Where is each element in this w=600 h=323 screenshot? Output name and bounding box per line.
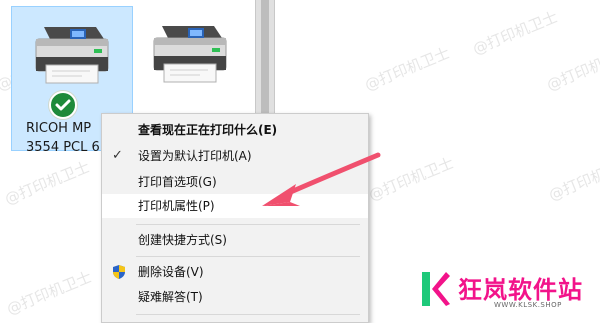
menu-item-set-default[interactable]: ✓ 设置为默认打印机(A) bbox=[102, 144, 368, 168]
menu-separator bbox=[136, 256, 360, 257]
menu-item-troubleshoot[interactable]: 疑难解答(T) bbox=[102, 285, 368, 309]
printer-icon bbox=[35, 27, 109, 84]
checkmark-icon: ✓ bbox=[112, 148, 123, 163]
printer-icon bbox=[153, 26, 227, 83]
menu-item-label: 疑难解答(T) bbox=[138, 290, 203, 304]
logo-k-icon bbox=[422, 272, 450, 306]
scrollbar-thumb[interactable] bbox=[261, 0, 269, 120]
watermark: @打印机卫士 bbox=[366, 153, 457, 205]
menu-item-label: 查看现在正在打印什么(E) bbox=[138, 123, 278, 137]
menu-item-printer-properties[interactable]: 打印机属性(P) bbox=[102, 194, 368, 218]
menu-item-label: 打印机属性(P) bbox=[138, 199, 215, 213]
menu-item-label: 打印首选项(G) bbox=[138, 175, 217, 189]
menu-item-label: 删除设备(V) bbox=[138, 265, 204, 279]
logo-title: 狂岚软件站 bbox=[458, 276, 583, 304]
menu-separator bbox=[136, 224, 360, 225]
logo-subtitle: WWW.KLSK.SHOP bbox=[494, 301, 562, 309]
vertical-scrollbar[interactable] bbox=[255, 0, 275, 120]
menu-item-printing-preferences[interactable]: 打印首选项(G) bbox=[102, 170, 368, 194]
default-printer-check-icon bbox=[49, 91, 77, 119]
site-logo: 狂岚软件站 WWW.KLSK.SHOP bbox=[420, 270, 590, 310]
uac-shield-icon bbox=[113, 265, 125, 279]
watermark: @打印机卫士 bbox=[544, 43, 600, 95]
watermark: @打印机卫士 bbox=[4, 267, 95, 319]
watermark: @打印机卫士 bbox=[470, 7, 561, 59]
menu-item-label: 设置为默认打印机(A) bbox=[138, 149, 252, 163]
context-menu: 查看现在正在打印什么(E) ✓ 设置为默认打印机(A) 打印首选项(G) 打印机… bbox=[101, 113, 369, 323]
menu-item-create-shortcut[interactable]: 创建快捷方式(S) bbox=[102, 228, 368, 252]
menu-item-label: 创建快捷方式(S) bbox=[138, 233, 227, 247]
menu-item-remove-device[interactable]: 删除设备(V) bbox=[102, 260, 368, 284]
watermark: @打印机卫士 bbox=[2, 157, 93, 209]
watermark: @打印机卫士 bbox=[362, 43, 453, 95]
watermark: @打印机卫士 bbox=[546, 153, 600, 205]
menu-item-see-whats-printing[interactable]: 查看现在正在打印什么(E) bbox=[102, 118, 368, 142]
